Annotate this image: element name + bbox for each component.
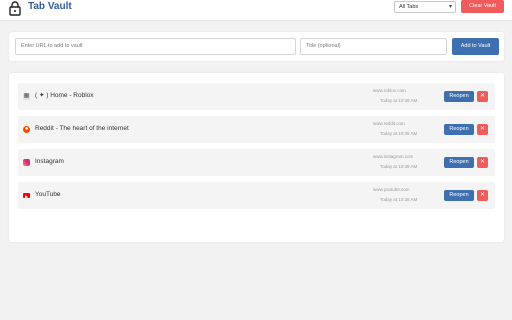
app-title: Tab Vault [28,1,72,12]
delete-button[interactable]: ✕ [477,157,488,168]
reopen-button[interactable]: Reopen [444,190,474,201]
header-bar: Tab Vault All Tabs ▾ Clear Vault [0,0,512,21]
lock-icon [9,1,21,16]
url-input[interactable]: Enter URL to add to vault [15,38,296,55]
youtube-favicon-icon: ▶ [23,193,30,199]
roblox-favicon-icon: ▦ [23,93,30,100]
tab-url: www.youtube.com [373,187,410,192]
filter-selected-value: All Tabs [399,4,419,10]
delete-button[interactable]: ✕ [477,124,488,135]
chevron-down-icon: ▾ [448,4,452,10]
add-tab-form: Enter URL to add to vault Title (optiona… [9,32,504,61]
tab-title[interactable]: Reddit - The heart of the internet [35,124,129,134]
tab-timestamp: Today at 10:38 AM [380,131,418,136]
clear-vault-button[interactable]: Clear Vault [461,0,504,13]
tab-filter-select[interactable]: All Tabs ▾ [394,1,456,13]
tab-timestamp: Today at 10:38 AM [380,164,418,169]
reopen-button[interactable]: Reopen [444,124,474,135]
saved-tabs-list: ▦ ( ✦ ) Home - Roblox www.roblox.com Tod… [9,73,504,242]
reopen-button[interactable]: Reopen [444,157,474,168]
tab-url: www.reddit.com [373,121,405,126]
tab-title[interactable]: Instagram [35,157,64,167]
add-to-vault-button[interactable]: Add to Vault [452,38,499,55]
tab-url: www.roblox.com [373,88,406,93]
instagram-favicon-icon [23,159,30,166]
delete-button[interactable]: ✕ [477,190,488,201]
tab-row: ▶ YouTube www.youtube.com Today at 10:38… [18,182,495,209]
tab-title[interactable]: ( ✦ ) Home - Roblox [35,91,94,101]
reddit-favicon-icon: ● [23,126,30,133]
title-input[interactable]: Title (optional) [300,38,447,55]
tab-title[interactable]: YouTube [35,190,61,200]
tab-timestamp: Today at 10:38 AM [380,197,418,202]
tab-url: www.instagram.com [373,154,414,159]
tab-row: ● Reddit - The heart of the internet www… [18,116,495,143]
delete-button[interactable]: ✕ [477,91,488,102]
reopen-button[interactable]: Reopen [444,91,474,102]
tab-row: ▦ ( ✦ ) Home - Roblox www.roblox.com Tod… [18,83,495,110]
tab-row: Instagram www.instagram.com Today at 10:… [18,149,495,176]
tab-timestamp: Today at 10:38 AM [380,98,418,103]
